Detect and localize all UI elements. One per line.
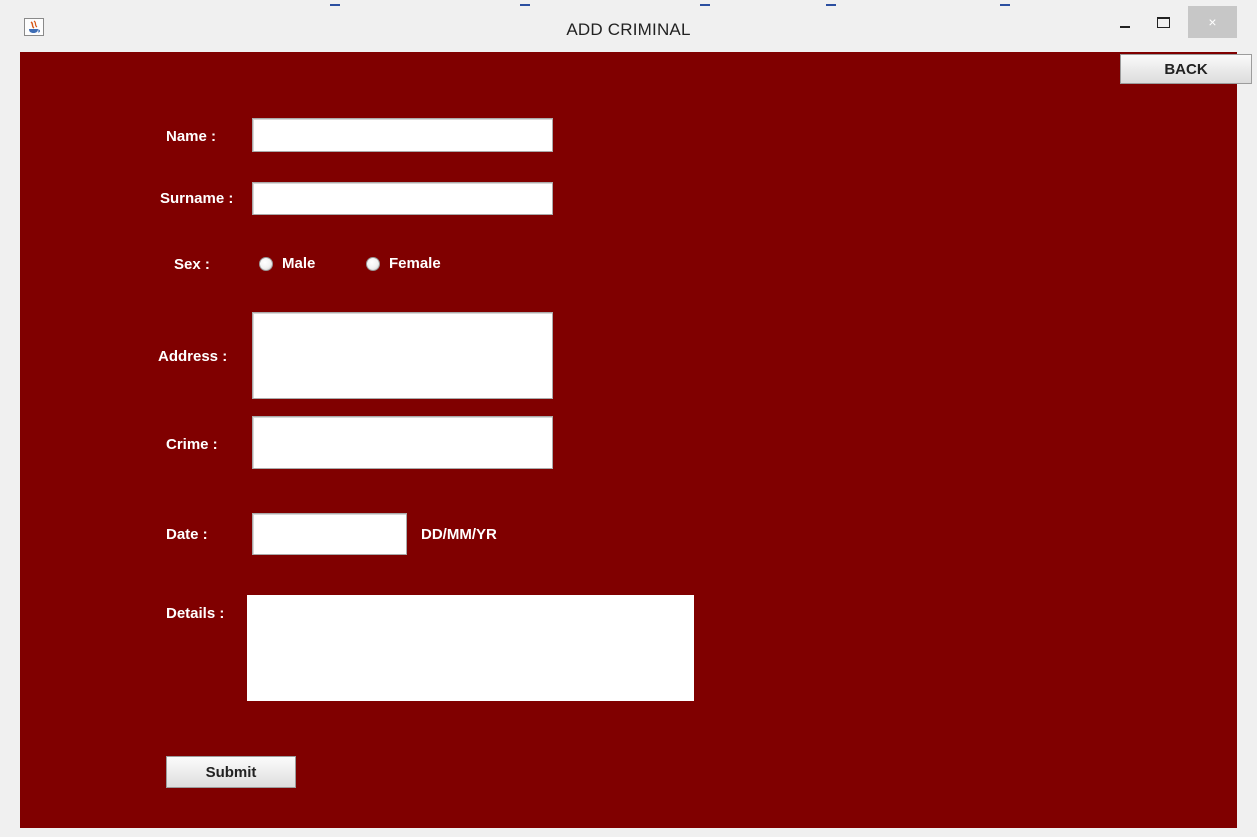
- crime-field[interactable]: [252, 416, 553, 469]
- close-button[interactable]: ×: [1188, 6, 1237, 38]
- minimize-button[interactable]: [1112, 6, 1138, 38]
- minimize-icon: [1120, 26, 1130, 28]
- background-artifact: [520, 4, 530, 6]
- background-artifact: [700, 4, 710, 6]
- background-artifact: [1000, 4, 1010, 6]
- details-label: Details :: [166, 605, 225, 622]
- crime-label: Crime :: [166, 436, 218, 453]
- name-label: Name :: [166, 128, 217, 145]
- surname-field[interactable]: [252, 182, 553, 215]
- date-label: Date :: [166, 526, 208, 543]
- sex-radio-male-label: Male: [282, 255, 316, 272]
- sex-radio-female-label: Female: [389, 255, 441, 272]
- date-format-hint: DD/MM/YR: [421, 526, 497, 543]
- background-artifact: [330, 4, 340, 6]
- sex-label: Sex :: [174, 256, 210, 273]
- title-bar[interactable]: ADD CRIMINAL ×: [0, 0, 1257, 52]
- date-field[interactable]: [252, 513, 407, 555]
- app-window: ADD CRIMINAL × BACK Name : Surname : Sex…: [0, 0, 1257, 837]
- maximize-button[interactable]: [1150, 6, 1176, 38]
- sex-radio-male[interactable]: Male: [259, 255, 315, 272]
- address-field[interactable]: [252, 312, 553, 399]
- radio-button-icon: [366, 256, 380, 271]
- submit-button[interactable]: Submit: [166, 756, 296, 788]
- close-icon: ×: [1208, 14, 1217, 30]
- sex-radio-female[interactable]: Female: [366, 255, 441, 272]
- window-title: ADD CRIMINAL: [566, 20, 691, 39]
- surname-label: Surname :: [160, 190, 234, 207]
- radio-button-icon: [259, 256, 273, 271]
- name-field[interactable]: [252, 118, 553, 152]
- details-field[interactable]: [247, 595, 694, 701]
- maximize-icon: [1156, 16, 1170, 28]
- address-label: Address :: [158, 348, 228, 365]
- back-button[interactable]: BACK: [1120, 54, 1252, 84]
- background-artifact: [826, 4, 836, 6]
